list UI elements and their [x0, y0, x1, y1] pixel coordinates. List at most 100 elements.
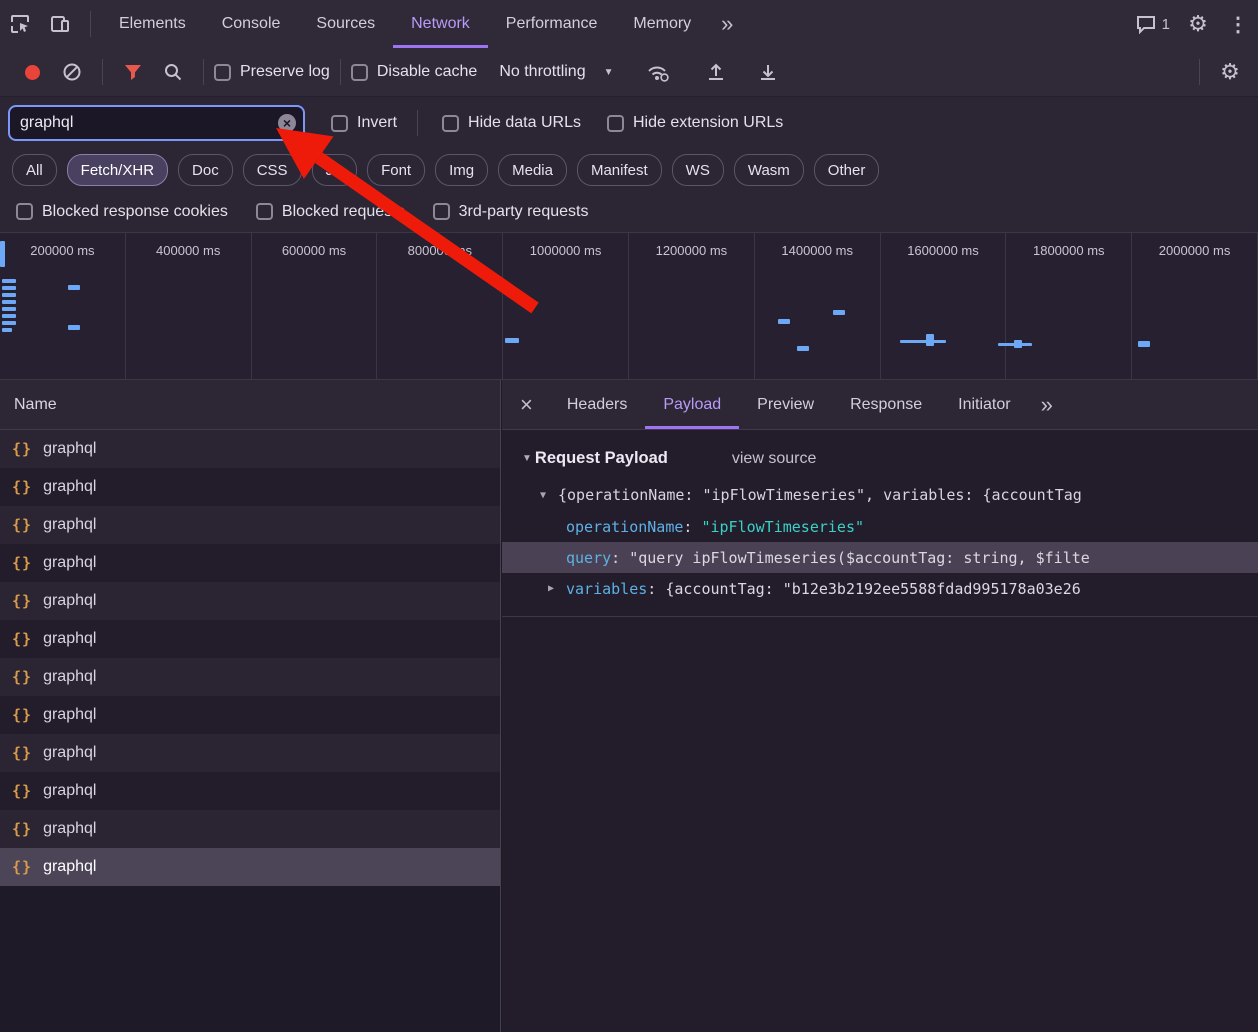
top-tab-label: Network: [411, 15, 470, 33]
device-toolbar-button[interactable]: [40, 4, 80, 44]
import-har-button[interactable]: [696, 52, 736, 92]
more-tabs-icon[interactable]: »: [709, 11, 745, 37]
timeline-column: 1400000 ms: [755, 233, 881, 379]
type-chip[interactable]: Fetch/XHR: [67, 154, 168, 186]
type-chip[interactable]: Other: [814, 154, 880, 186]
filter-toggle-button[interactable]: [113, 52, 153, 92]
timeline-bar: [2, 307, 16, 311]
request-row[interactable]: {} graphql: [0, 544, 500, 582]
requests-panel: Name {} graphql {} graphql {} graphql {}…: [0, 380, 501, 1032]
type-chip[interactable]: All: [12, 154, 57, 186]
checkbox-box: [351, 64, 368, 81]
checkbox-label: Hide extension URLs: [633, 114, 783, 132]
payload-root-line[interactable]: ▼ {operationName: "ipFlowTimeseries", va…: [502, 479, 1258, 511]
hide-data-urls-checkbox[interactable]: Hide data URLs: [442, 114, 581, 132]
clear-filter-icon[interactable]: ×: [278, 114, 296, 132]
type-chip[interactable]: WS: [672, 154, 724, 186]
request-row[interactable]: {} graphql: [0, 506, 500, 544]
request-payload-section[interactable]: ▼ Request Payload view source: [502, 442, 1258, 475]
console-messages-button[interactable]: 1: [1128, 14, 1178, 34]
option-checkbox[interactable]: 3rd-party requests: [433, 203, 589, 221]
top-tab[interactable]: Elements: [101, 0, 204, 48]
message-bubble-icon: [1136, 14, 1156, 34]
clear-icon: [62, 62, 82, 82]
timeline-label: 1800000 ms: [1033, 243, 1105, 258]
top-tab[interactable]: Network: [393, 0, 488, 48]
timeline-grid: 200000 ms 400000 ms 600000 ms 800000 ms …: [0, 233, 1258, 379]
top-tab[interactable]: Memory: [615, 0, 709, 48]
request-row[interactable]: {} graphql: [0, 620, 500, 658]
invert-checkbox[interactable]: Invert: [331, 114, 397, 132]
request-name: graphql: [43, 744, 96, 762]
detail-tab-strip: Headers Payload Preview Response Initiat…: [549, 380, 1029, 429]
fetch-braces-icon: {}: [12, 706, 32, 724]
top-tab[interactable]: Sources: [298, 0, 393, 48]
type-chip[interactable]: Manifest: [577, 154, 662, 186]
payload-root-preview: {operationName: "ipFlowTimeseries", vari…: [558, 486, 1082, 504]
payload-entry[interactable]: ▶ variables : {accountTag: "b12e3b2192ee…: [502, 573, 1258, 604]
fetch-braces-icon: {}: [12, 820, 32, 838]
payload-entry[interactable]: ▶ operationName : "ipFlowTimeseries": [502, 511, 1258, 542]
hide-extension-urls-checkbox[interactable]: Hide extension URLs: [607, 114, 783, 132]
export-har-button[interactable]: [748, 52, 788, 92]
settings-gear-icon[interactable]: ⚙: [1178, 4, 1218, 44]
kebab-menu-icon[interactable]: ⋮: [1218, 4, 1258, 44]
timeline-bar: [2, 293, 16, 297]
request-row[interactable]: {} graphql: [0, 810, 500, 848]
filter-input[interactable]: [8, 105, 305, 141]
type-chip-label: JS: [326, 162, 344, 179]
network-conditions-button[interactable]: [638, 52, 678, 92]
name-column-header[interactable]: Name: [0, 380, 500, 430]
option-checkbox[interactable]: Blocked response cookies: [16, 203, 228, 221]
timeline-bar: [2, 286, 16, 290]
timeline-bar: [68, 285, 80, 290]
option-checkbox[interactable]: Blocked requests: [256, 203, 405, 221]
timeline-label: 600000 ms: [282, 243, 346, 258]
timeline-bar: [900, 340, 946, 343]
request-row[interactable]: {} graphql: [0, 734, 500, 772]
payload-value: {accountTag: "b12e3b2192ee5588fdad995178…: [665, 580, 1080, 598]
divider: [90, 11, 91, 37]
type-chip[interactable]: JS: [312, 154, 358, 186]
timeline-bar: [0, 241, 5, 267]
close-panel-icon[interactable]: ×: [502, 392, 549, 418]
request-row[interactable]: {} graphql: [0, 696, 500, 734]
detail-tab[interactable]: Preview: [739, 380, 832, 429]
type-chip[interactable]: CSS: [243, 154, 302, 186]
request-row[interactable]: {} graphql: [0, 430, 500, 468]
detail-tab[interactable]: Headers: [549, 380, 645, 429]
payload-entry[interactable]: ▶ query : "query ipFlowTimeseries($accou…: [502, 542, 1258, 573]
top-tab[interactable]: Console: [204, 0, 299, 48]
throttling-select[interactable]: No throttling ▼: [499, 63, 613, 81]
request-row[interactable]: {} graphql: [0, 658, 500, 696]
request-row[interactable]: {} graphql: [0, 468, 500, 506]
more-detail-tabs-icon[interactable]: »: [1029, 392, 1065, 418]
network-overview-timeline[interactable]: 200000 ms 400000 ms 600000 ms 800000 ms …: [0, 232, 1258, 380]
request-row[interactable]: {} graphql: [0, 582, 500, 620]
type-chip[interactable]: Font: [367, 154, 425, 186]
top-tab[interactable]: Performance: [488, 0, 616, 48]
record-network-log-button[interactable]: [12, 52, 52, 92]
disable-cache-checkbox[interactable]: Disable cache: [351, 63, 478, 81]
detail-tab[interactable]: Payload: [645, 380, 739, 429]
timeline-label: 2000000 ms: [1159, 243, 1231, 258]
type-chip[interactable]: Doc: [178, 154, 233, 186]
type-chip[interactable]: Img: [435, 154, 488, 186]
view-source-link[interactable]: view source: [732, 450, 816, 468]
request-row[interactable]: {} graphql: [0, 772, 500, 810]
type-chip[interactable]: Wasm: [734, 154, 804, 186]
detail-tab[interactable]: Response: [832, 380, 940, 429]
disclosure-triangle-icon: ▶: [548, 583, 566, 594]
search-button[interactable]: [153, 52, 193, 92]
type-chip[interactable]: Media: [498, 154, 567, 186]
timeline-column: 1800000 ms: [1006, 233, 1132, 379]
detail-tab[interactable]: Initiator: [940, 380, 1028, 429]
payload-key: variables: [566, 580, 647, 598]
timeline-label: 200000 ms: [30, 243, 94, 258]
clear-network-log-button[interactable]: [52, 52, 92, 92]
fetch-braces-icon: {}: [12, 440, 32, 458]
preserve-log-checkbox[interactable]: Preserve log: [214, 63, 330, 81]
network-settings-gear-icon[interactable]: ⚙: [1210, 52, 1250, 92]
inspect-element-button[interactable]: [0, 4, 40, 44]
request-row[interactable]: {} graphql: [0, 848, 500, 886]
